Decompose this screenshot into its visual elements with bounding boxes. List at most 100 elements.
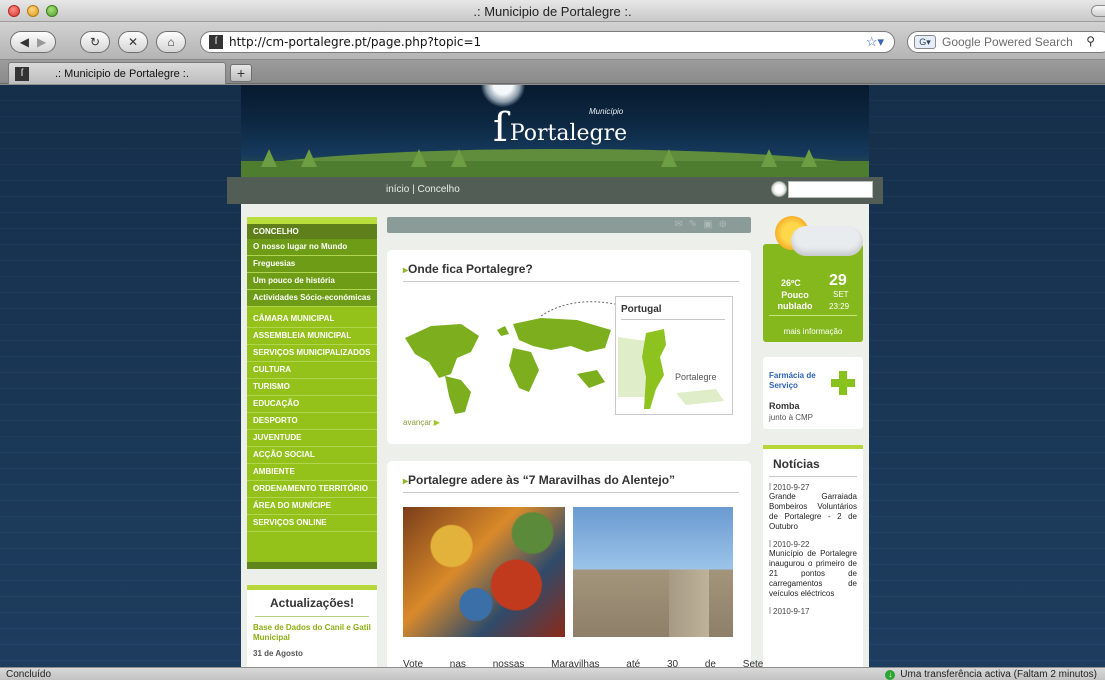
world-map[interactable] [401,296,631,416]
download-icon: ↓ [885,669,896,680]
menu-item-juventude[interactable]: JUVENTUDE [247,430,377,447]
menu-item-servicos-municipalizados[interactable]: SERVIÇOS MUNICIPALIZADOS [247,345,377,362]
tree-decoration [301,149,317,167]
pharmacy-name: Romba [769,401,800,411]
url-bar[interactable]: ſ http://cm-portalegre.pt/page.php?topic… [200,31,895,53]
divider [403,492,739,493]
navigation-toolbar: ◀ ▶ ↻ ✕ ⌂ ſ http://cm-portalegre.pt/page.… [0,22,1105,60]
news-date: 2010-9-27 [769,483,857,492]
forward-icon[interactable]: ▶ [37,35,46,49]
menu-item-nosso-lugar[interactable]: O nosso lugar no Mundo [247,239,377,256]
site-menubar: início | Concelho [227,177,883,204]
divider [769,315,857,316]
plus-icon: + [236,65,246,81]
pharmacy-location: junto à CMP [769,413,814,422]
breadcrumb[interactable]: início | Concelho [386,184,460,195]
menu-item-educacao[interactable]: EDUCAÇÃO [247,396,377,413]
next-label: avançar [403,418,432,427]
menu-item-actividades[interactable]: Actividades Sócio-económicas [247,290,377,307]
news-text[interactable]: Grande Garraiada Bombeiros Voluntários d… [769,492,857,532]
weather-time: 23:29 [829,302,850,311]
reload-icon: ↻ [89,35,101,49]
painting-image[interactable] [403,507,565,637]
search-bar[interactable]: G▾ Google Powered Search ⚲ [907,31,1105,53]
left-menu: CONCELHO O nosso lugar no Mundo Freguesi… [247,217,377,569]
search-engine-icon[interactable]: G▾ [914,35,936,49]
menu-item-accao-social[interactable]: ACÇÃO SOCIAL [247,447,377,464]
content-tools-icons[interactable]: ✉✎▣⊕ [674,219,733,230]
back-icon[interactable]: ◀ [20,35,29,49]
next-link[interactable]: avançar ▶ [403,418,440,427]
weather-more-link[interactable]: mais informação [763,327,863,336]
site-favicon-icon: ſ [209,35,223,49]
url-text[interactable]: http://cm-portalegre.pt/page.php?topic=1 [229,35,481,49]
news-text[interactable]: Município de Portalegre inaugurou o prim… [769,549,857,599]
news-item[interactable]: 2010-9-22 Município de Portalegre inaugu… [763,540,863,599]
logo-text: Portalegre [509,121,628,146]
new-tab-button[interactable]: + [230,64,252,82]
news-panel: Notícias 2010-9-27 Grande Garraiada Bomb… [763,445,863,667]
updates-link[interactable]: Base de Dados do Canil e Gatil Municipal [247,623,377,643]
search-icon[interactable]: ⚲ [1086,34,1095,48]
tree-decoration [801,149,817,167]
portugal-label: Portugal [621,304,662,315]
weather-description: Pouco nublado [777,290,813,311]
tree-decoration [451,149,467,167]
menu-item-servicos-online[interactable]: SERVIÇOS ONLINE [247,515,377,532]
menu-item-assembleia[interactable]: ASSEMBLEIA MUNICIPAL [247,328,377,345]
weather-month: SET [833,290,849,299]
tab-bar: ſ .: Municipio de Portalegre :. + [0,60,1105,84]
content-toolbar: ✉✎▣⊕ [387,217,751,233]
divider [621,319,725,320]
updates-date: 31 de Agosto [253,649,303,658]
news-item[interactable]: 2010-9-27 Grande Garraiada Bombeiros Vol… [763,483,863,532]
map-card-title: Onde fica Portalegre? [387,250,751,276]
back-forward-button[interactable]: ◀ ▶ [10,31,56,53]
site-logo[interactable]: ſ Portalegre Município [493,105,628,151]
updates-title: Actualizações! [269,596,355,610]
news-item[interactable]: 2010-9-17 [763,607,863,616]
home-button[interactable]: ⌂ [156,31,186,53]
menu-item-cultura[interactable]: CULTURA [247,362,377,379]
pharmacy-title: Farmácia de Serviço [769,371,816,390]
divider [769,476,857,477]
menu-item-ambiente[interactable]: AMBIENTE [247,464,377,481]
menu-item-historia[interactable]: Um pouco de história [247,273,377,290]
news-date: 2010-9-17 [769,607,857,616]
divider [255,616,369,617]
toolbar-toggle-button[interactable] [1091,5,1105,17]
divider [403,281,739,282]
site-search-button[interactable] [771,181,787,197]
news-date: 2010-9-22 [769,540,857,549]
menu-item-area-municipe[interactable]: ÁREA DO MUNÍCIPE [247,498,377,515]
site-container: ſ Portalegre Município início | Concelho… [227,85,883,667]
pharmacy-widget[interactable]: Farmácia de Serviço Romba junto à CMP [763,357,863,429]
home-icon: ⌂ [167,35,175,49]
site-search-input[interactable] [788,181,873,198]
bookmark-star-icon[interactable]: ☆▾ [866,34,884,50]
title-bar: .: Municipio de Portalegre :. [0,0,1105,22]
cloud-icon [791,226,863,256]
stop-button[interactable]: ✕ [118,31,148,53]
updates-panel: Actualizações! Base de Dados do Canil e … [247,585,377,667]
news-title: Notícias [773,457,820,471]
window-title: .: Municipio de Portalegre :. [473,4,632,19]
menu-item-camara[interactable]: CÂMARA MUNICIPAL [247,311,377,328]
menu-item-desporto[interactable]: DESPORTO [247,413,377,430]
menu-item-freguesias[interactable]: Freguesias [247,256,377,273]
menu-section-header: CONCELHO [247,224,377,239]
pharmacy-cross-icon [831,371,855,395]
weather-widget[interactable]: 26ºC Pouco nublado 29 SET 23:29 mais inf… [763,216,863,342]
weather-temperature: 26ºC [781,278,801,288]
menu-item-ordenamento[interactable]: ORDENAMENTO TERRITÓRIO [247,481,377,498]
tree-decoration [411,149,427,167]
reload-button[interactable]: ↻ [80,31,110,53]
tab-active[interactable]: ſ .: Municipio de Portalegre :. [8,62,226,84]
castle-image[interactable] [573,507,733,637]
menu-item-turismo[interactable]: TURISMO [247,379,377,396]
stop-icon: ✕ [127,35,139,49]
downloads-status[interactable]: ↓ Uma transferência activa (Faltam 2 min… [885,669,1097,680]
logo-mark-icon: ſ [493,105,508,151]
map-card: Onde fica Portalegre? Portugal P [387,250,751,444]
wonders-card: Portalegre adere às “7 Maravilhas do Ale… [387,461,827,667]
